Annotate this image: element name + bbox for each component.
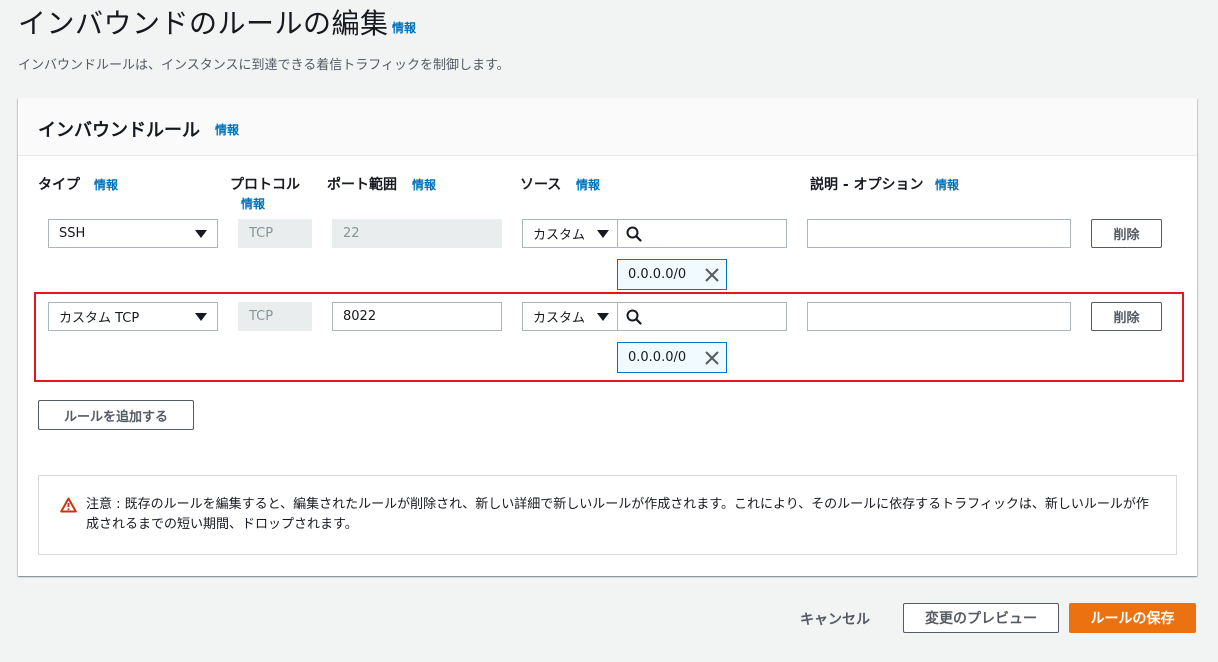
rule-1-protocol-field: TCP bbox=[238, 219, 312, 248]
rule-2-type-select[interactable]: カスタム TCP bbox=[48, 302, 218, 331]
rule-2-cidr-value: 0.0.0.0/0 bbox=[628, 350, 687, 365]
rule-2-protocol-field: TCP bbox=[238, 302, 312, 331]
rule-1-cidr-token: 0.0.0.0/0 bbox=[617, 259, 727, 290]
rule-2-source-select[interactable]: カスタム bbox=[522, 302, 618, 331]
preview-changes-button[interactable]: 変更のプレビュー bbox=[903, 603, 1059, 633]
panel-info-link[interactable]: 情報 bbox=[215, 121, 239, 138]
inbound-rules-panel: インバウンドルール 情報 タイプ 情報 プロトコル 情報 ポート範囲 情報 ソー… bbox=[18, 98, 1197, 576]
close-icon[interactable] bbox=[705, 350, 719, 365]
search-icon bbox=[626, 226, 642, 242]
rule-2-type-value: カスタム TCP bbox=[59, 311, 140, 326]
warning-alert: 注意 : 既存のルールを編集すると、編集されたルールが削除され、新しい詳細で新し… bbox=[38, 475, 1177, 555]
caret-down-icon bbox=[195, 312, 207, 321]
rule-2-port-input[interactable]: 8022 bbox=[332, 302, 502, 331]
caret-down-icon bbox=[597, 229, 609, 238]
col-type-header: タイプ bbox=[38, 177, 80, 193]
col-protocol-info-link[interactable]: 情報 bbox=[241, 195, 265, 212]
search-icon bbox=[626, 309, 642, 325]
rule-1-description-input[interactable] bbox=[807, 219, 1071, 248]
page-description: インバウンドルールは、インスタンスに到達できる着信トラフィックを制御します。 bbox=[18, 58, 510, 73]
rule-2-source-value: カスタム bbox=[533, 311, 586, 326]
cancel-button[interactable]: キャンセル bbox=[800, 609, 870, 629]
rule-2-source-search-input[interactable] bbox=[617, 302, 787, 331]
rule-1-cidr-value: 0.0.0.0/0 bbox=[628, 267, 687, 282]
page-info-link[interactable]: 情報 bbox=[392, 19, 416, 36]
rule-1-source-select[interactable]: カスタム bbox=[522, 219, 618, 248]
col-type-info-link[interactable]: 情報 bbox=[94, 176, 118, 193]
col-port-header: ポート範囲 bbox=[327, 177, 397, 193]
caret-down-icon bbox=[195, 229, 207, 238]
panel-header: インバウンドルール 情報 bbox=[18, 98, 1197, 156]
rule-1-port-field: 22 bbox=[332, 219, 502, 248]
rule-2-description-input[interactable] bbox=[807, 302, 1071, 331]
col-protocol-header: プロトコル bbox=[230, 177, 300, 193]
caret-down-icon bbox=[597, 312, 609, 321]
warning-icon bbox=[60, 497, 77, 513]
panel-title: インバウンドルール bbox=[38, 120, 200, 141]
col-source-info-link[interactable]: 情報 bbox=[576, 176, 600, 193]
rule-1-delete-button[interactable]: 削除 bbox=[1091, 219, 1162, 248]
add-rule-button[interactable]: ルールを追加する bbox=[38, 400, 194, 430]
col-port-info-link[interactable]: 情報 bbox=[412, 176, 436, 193]
save-rules-button[interactable]: ルールの保存 bbox=[1069, 603, 1196, 633]
rule-1-source-search-input[interactable] bbox=[617, 219, 787, 248]
rule-1-type-select[interactable]: SSH bbox=[48, 219, 218, 248]
close-icon[interactable] bbox=[705, 267, 719, 282]
rule-1-type-value: SSH bbox=[59, 226, 86, 241]
rule-2-delete-button[interactable]: 削除 bbox=[1091, 302, 1162, 331]
rule-1-source-value: カスタム bbox=[533, 228, 586, 243]
col-description-info-link[interactable]: 情報 bbox=[935, 176, 959, 193]
page-title: インバウンドのルールの編集 bbox=[18, 7, 389, 40]
warning-text: 注意 : 既存のルールを編集すると、編集されたルールが削除され、新しい詳細で新し… bbox=[86, 497, 1149, 532]
col-source-header: ソース bbox=[520, 177, 562, 193]
col-description-header: 説明 - オプション bbox=[810, 177, 924, 193]
rule-2-cidr-token: 0.0.0.0/0 bbox=[617, 342, 727, 373]
